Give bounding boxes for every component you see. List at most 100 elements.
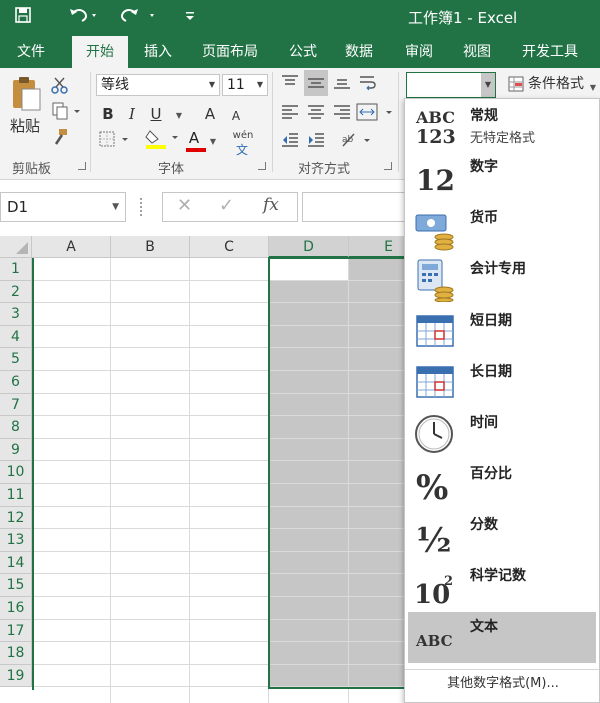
format-option-label: 百分比 xyxy=(470,466,512,482)
group-separator xyxy=(272,72,273,172)
redo-icon[interactable] xyxy=(120,6,160,30)
tab-data[interactable]: 数据 xyxy=(336,36,382,68)
copy-icon[interactable] xyxy=(50,102,84,125)
font-launcher-icon[interactable] xyxy=(258,162,266,170)
name-box[interactable]: D1 ▼ xyxy=(0,192,126,222)
column-gridline xyxy=(189,258,190,703)
save-icon[interactable] xyxy=(14,6,32,30)
row-header-14[interactable]: 14 xyxy=(0,551,32,575)
number-format-select[interactable]: ▼ xyxy=(406,72,496,98)
paste-icon[interactable] xyxy=(8,76,44,117)
top-align-icon[interactable] xyxy=(280,74,300,95)
row-header-16[interactable]: 16 xyxy=(0,597,32,620)
underline-button[interactable]: U xyxy=(148,104,164,124)
bold-button[interactable]: B xyxy=(100,104,116,124)
formula-buttons: ✕ ✓ fx xyxy=(162,192,298,222)
format-option-fraction[interactable]: ½ 分数 xyxy=(408,510,596,561)
customize-icon[interactable] xyxy=(184,6,198,30)
grow-font-button[interactable]: A xyxy=(202,104,218,124)
format-option-currency-format[interactable]: 货币 xyxy=(408,203,596,254)
row-header-19[interactable]: 19 xyxy=(0,664,32,688)
svg-text:½: ½ xyxy=(416,521,451,558)
borders-icon[interactable] xyxy=(98,130,132,153)
cancel-icon[interactable]: ✕ xyxy=(177,195,192,216)
conditional-format-button[interactable]: 条件格式 xyxy=(528,74,590,94)
chevron-down-icon[interactable]: ▼ xyxy=(588,78,598,98)
conditional-format-icon[interactable] xyxy=(508,76,524,92)
format-painter-icon[interactable] xyxy=(50,128,70,151)
row-header-12[interactable]: 12 xyxy=(0,506,32,530)
formula-bar-grip[interactable] xyxy=(140,198,144,216)
underline-dropdown-icon[interactable]: ▼ xyxy=(174,106,184,126)
row-header-13[interactable]: 13 xyxy=(0,529,32,552)
tab-developer[interactable]: 开发工具 xyxy=(512,36,588,68)
row-header-5[interactable]: 5 xyxy=(0,348,32,371)
row-header-18[interactable]: 18 xyxy=(0,642,32,665)
enter-icon[interactable]: ✓ xyxy=(219,195,234,216)
tab-page-layout[interactable]: 页面布局 xyxy=(192,36,268,68)
format-option-long-date[interactable]: 长日期 xyxy=(408,357,596,408)
svg-text:ABC: ABC xyxy=(415,632,453,650)
clipboard-launcher-icon[interactable] xyxy=(78,162,86,170)
format-option-label: 货币 xyxy=(470,210,498,226)
undo-icon[interactable] xyxy=(68,6,98,30)
tab-insert[interactable]: 插入 xyxy=(134,36,182,68)
row-header-4[interactable]: 4 xyxy=(0,325,32,349)
font-size-select[interactable]: 11 ▼ xyxy=(222,74,268,96)
increase-indent-icon[interactable] xyxy=(306,132,326,153)
format-option-clock[interactable]: 时间 xyxy=(408,408,596,459)
tab-review[interactable]: 审阅 xyxy=(396,36,442,68)
tab-formulas[interactable]: 公式 xyxy=(280,36,326,68)
decrease-indent-icon[interactable] xyxy=(280,132,300,153)
format-option-general-format[interactable]: ABC 123 常规 无特定格式 xyxy=(408,101,596,152)
format-option-label: 数字 xyxy=(470,159,498,175)
row-header-3[interactable]: 3 xyxy=(0,303,32,326)
more-number-formats-link[interactable]: 其他数字格式(M)... xyxy=(405,669,599,702)
row-header-9[interactable]: 9 xyxy=(0,438,32,462)
formula-input[interactable] xyxy=(302,192,412,222)
align-right-icon[interactable] xyxy=(332,104,352,125)
row-header-11[interactable]: 11 xyxy=(0,484,32,507)
row-header-1[interactable]: 1 xyxy=(0,258,32,281)
long-date-icon xyxy=(414,361,458,405)
fill-color-icon[interactable] xyxy=(144,128,182,155)
tab-home[interactable]: 开始 xyxy=(72,36,128,68)
wrap-text-icon[interactable] xyxy=(358,74,378,97)
column-header-a[interactable]: A xyxy=(32,236,111,258)
merge-center-icon[interactable] xyxy=(356,102,396,127)
format-option-short-date[interactable]: 短日期 xyxy=(408,306,596,357)
shrink-font-button[interactable]: A xyxy=(228,106,244,126)
align-left-icon[interactable] xyxy=(280,104,300,125)
format-option-number-format[interactable]: 12 数字 xyxy=(408,152,596,203)
column-header-d[interactable]: D xyxy=(269,236,349,258)
row-header-2[interactable]: 2 xyxy=(0,280,32,304)
insert-function-icon[interactable]: fx xyxy=(263,195,279,215)
font-color-dropdown-icon[interactable]: ▼ xyxy=(208,132,218,152)
row-header-17[interactable]: 17 xyxy=(0,619,32,643)
middle-align-icon[interactable] xyxy=(304,70,328,96)
paste-button[interactable]: 粘贴 xyxy=(6,116,44,136)
align-center-icon[interactable] xyxy=(306,104,326,125)
format-option-percent[interactable]: % 百分比 xyxy=(408,459,596,510)
row-header-15[interactable]: 15 xyxy=(0,574,32,597)
format-option-text-format[interactable]: ABC 文本 xyxy=(408,612,596,663)
tab-view[interactable]: 视图 xyxy=(454,36,500,68)
format-option-scientific[interactable]: 10 2 科学记数 xyxy=(408,561,596,612)
bottom-align-icon[interactable] xyxy=(332,74,352,95)
format-option-accounting-format[interactable]: 会计专用 xyxy=(408,254,596,305)
alignment-launcher-icon[interactable] xyxy=(384,162,392,170)
italic-button[interactable]: I xyxy=(124,104,140,124)
font-color-button[interactable]: A xyxy=(186,128,202,148)
cut-icon[interactable] xyxy=(50,76,70,99)
row-header-10[interactable]: 10 xyxy=(0,461,32,484)
select-all-button[interactable] xyxy=(0,236,32,258)
orientation-icon[interactable]: ab xyxy=(340,130,374,155)
column-header-c[interactable]: C xyxy=(190,236,269,258)
row-header-6[interactable]: 6 xyxy=(0,371,32,394)
clipboard-group-label: 剪贴板 xyxy=(12,162,52,177)
row-header-7[interactable]: 7 xyxy=(0,393,32,417)
row-header-8[interactable]: 8 xyxy=(0,416,32,439)
column-header-b[interactable]: B xyxy=(111,236,190,258)
tab-file[interactable]: 文件 xyxy=(0,36,62,68)
font-name-select[interactable]: 等线 ▼ xyxy=(96,74,220,96)
